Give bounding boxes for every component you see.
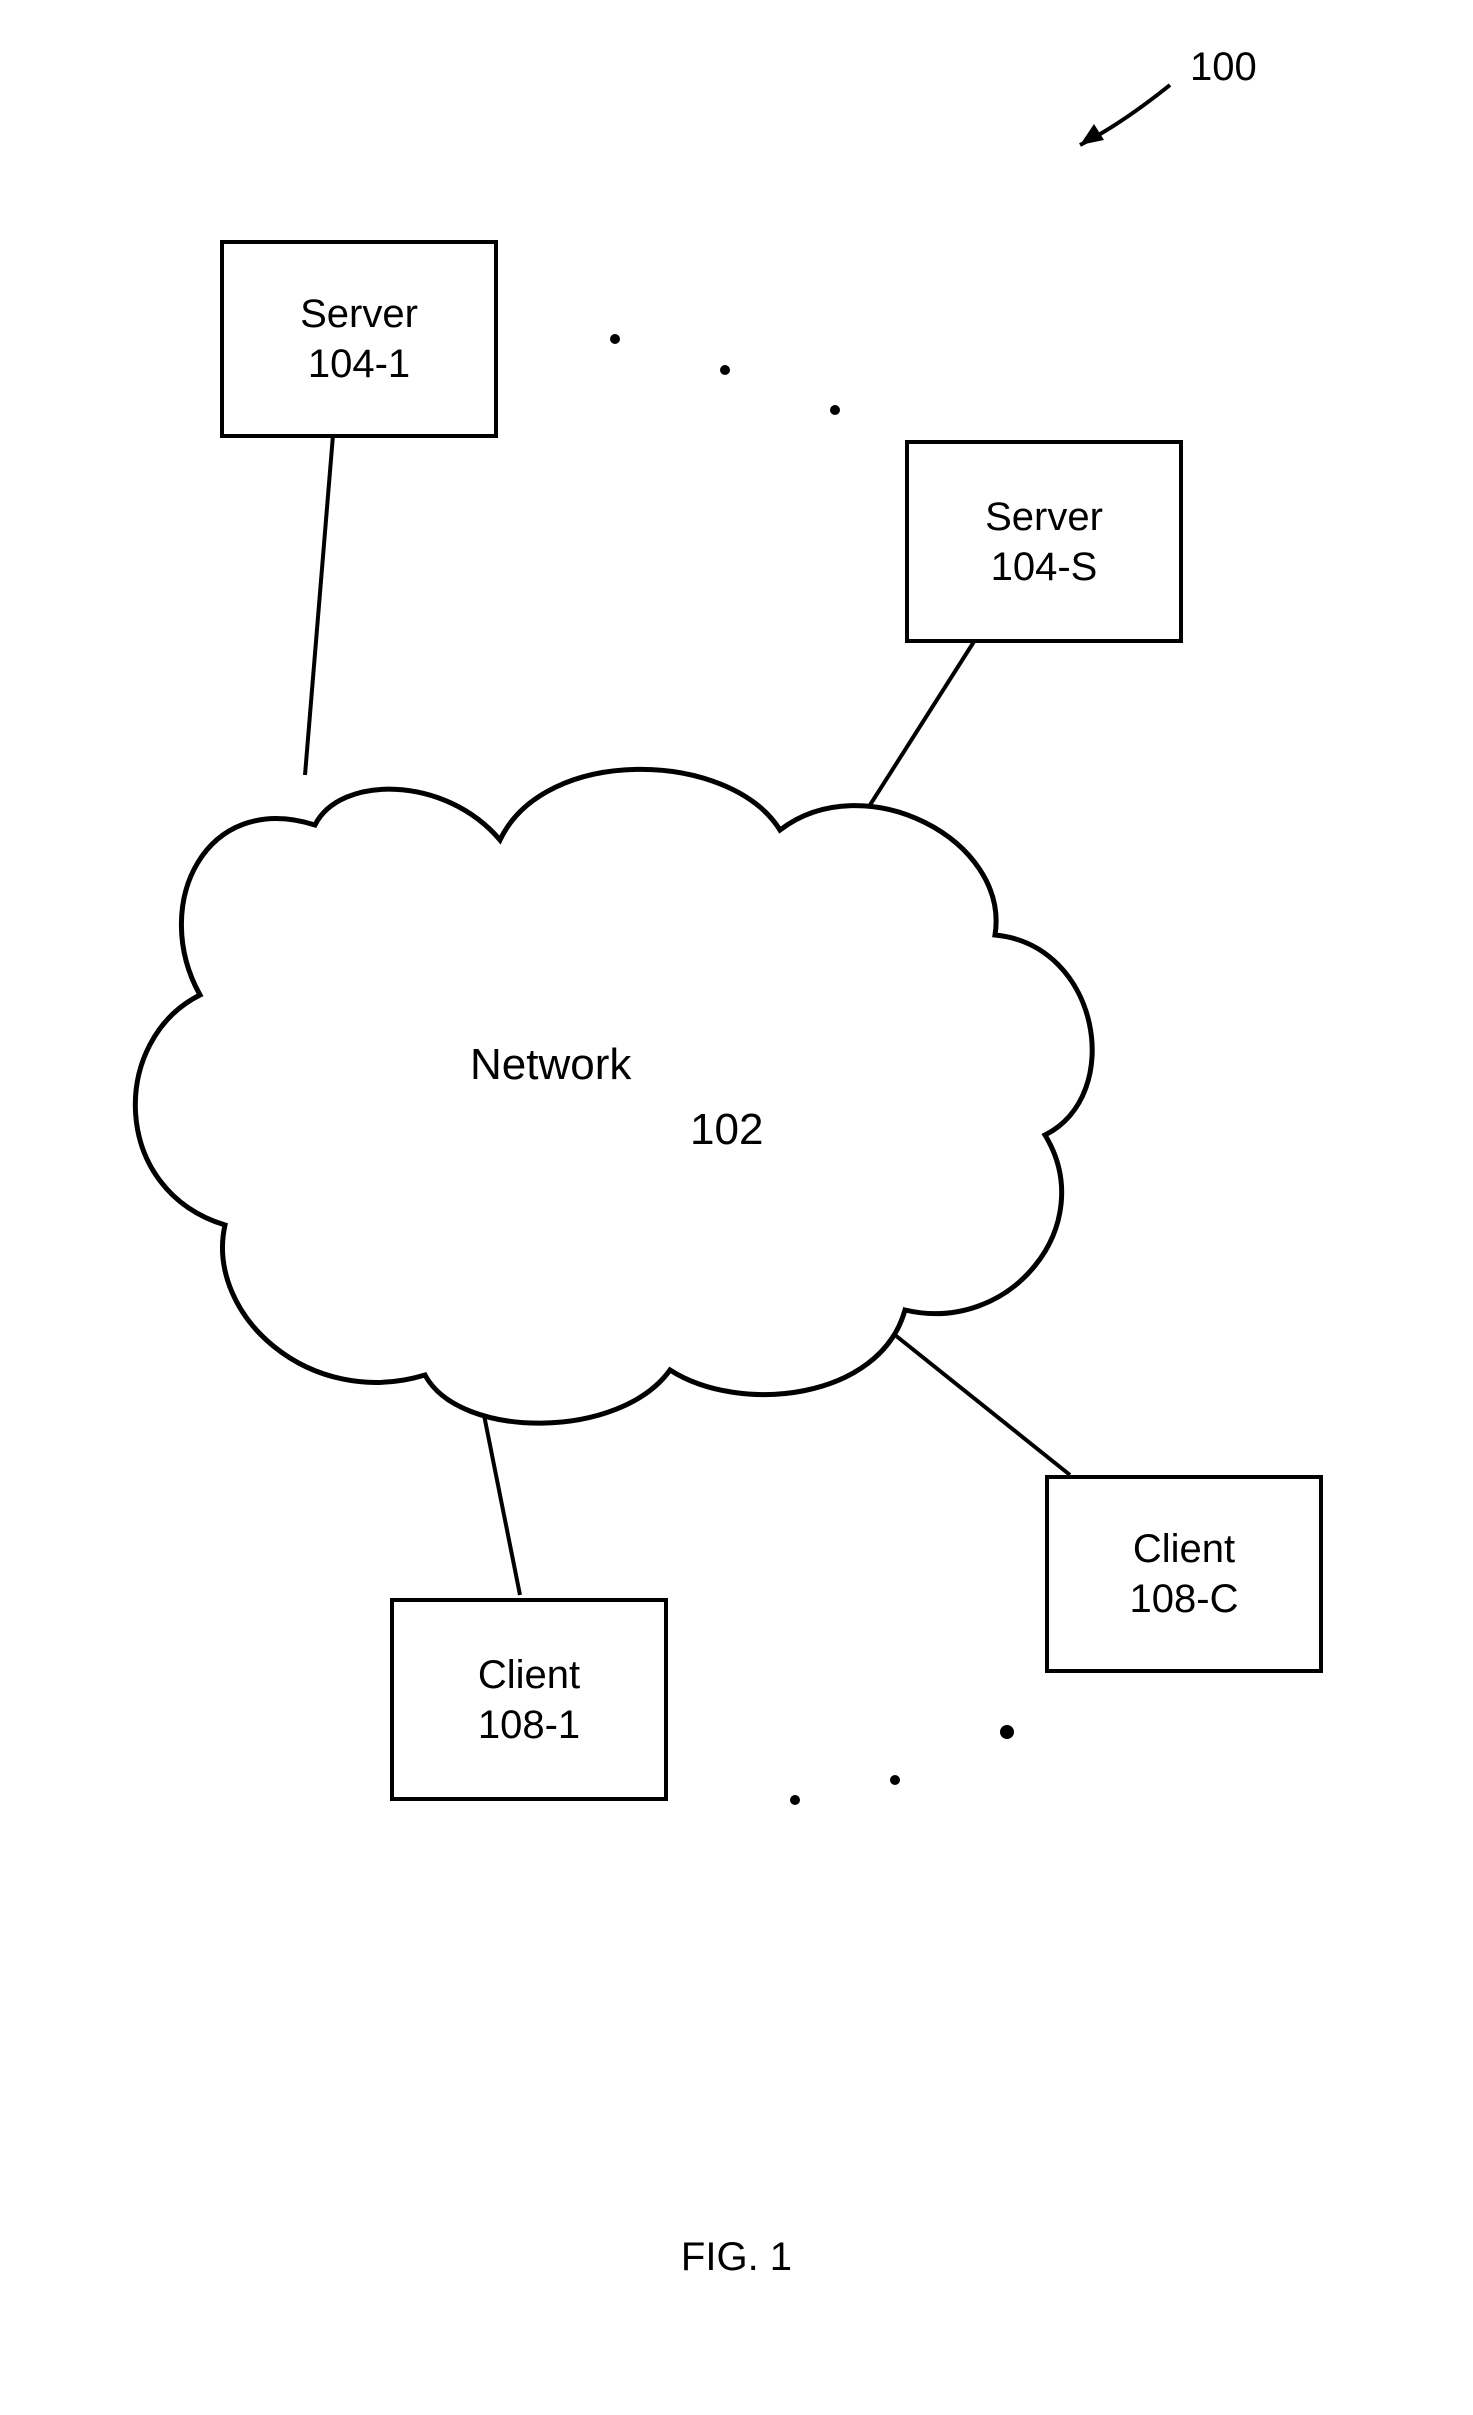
diagram-canvas: 100 Server 104-1 Server 104-S Network 10…	[0, 0, 1473, 2415]
figure-label: FIG. 1	[0, 2235, 1473, 2280]
client-box-1: Client 108-1	[390, 1598, 668, 1801]
client-ellipsis-dot	[1000, 1725, 1014, 1739]
network-label: Network	[470, 1040, 631, 1090]
client-box-c-label: Client	[1133, 1524, 1235, 1574]
client-box-1-id: 108-1	[478, 1700, 580, 1750]
client-ellipsis-dot	[890, 1775, 900, 1785]
client-box-c-id: 108-C	[1130, 1574, 1239, 1624]
client-box-1-label: Client	[478, 1650, 580, 1700]
client-box-c: Client 108-C	[1045, 1475, 1323, 1673]
network-id: 102	[690, 1105, 763, 1155]
client-ellipsis-dot	[790, 1795, 800, 1805]
